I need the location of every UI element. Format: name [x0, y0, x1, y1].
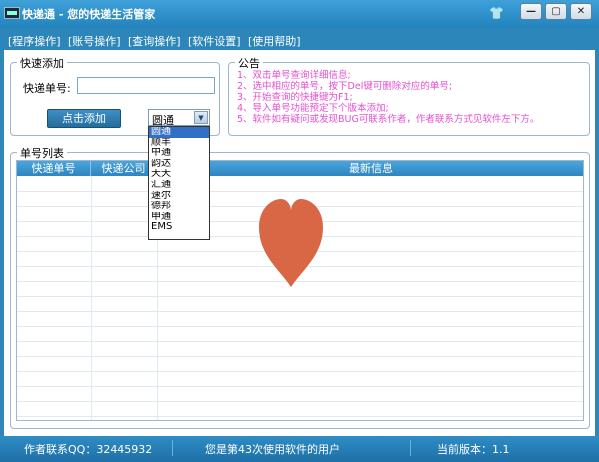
- dropdown-option[interactable]: 中通: [149, 148, 209, 159]
- usage-count: 您是第43次使用软件的用户: [205, 443, 340, 456]
- status-divider: [172, 440, 173, 456]
- menu-account[interactable]: [账号操作]: [68, 33, 121, 49]
- chevron-down-icon[interactable]: ▼: [194, 111, 208, 124]
- menu-help[interactable]: [使用帮助]: [248, 33, 301, 49]
- title-bar[interactable]: 快递通 - 您的快递生活管家 👕 — ▢ ✕: [0, 0, 599, 28]
- author-contact: 作者联系QQ：32445932: [24, 443, 153, 456]
- version-info: 当前版本：1.1: [437, 443, 510, 456]
- tshirt-skin-icon[interactable]: 👕: [489, 6, 504, 22]
- tracking-list-group: 单号列表 快递单号 快递公司 最新信息: [10, 145, 590, 429]
- table-row: [17, 296, 583, 297]
- table-row: [17, 191, 583, 192]
- table-row: [17, 386, 583, 387]
- tracking-table[interactable]: 快递单号 快递公司 最新信息: [16, 160, 584, 421]
- dropdown-option[interactable]: 速尔: [149, 191, 209, 202]
- table-header: 快递单号 快递公司 最新信息: [17, 161, 583, 176]
- dropdown-option[interactable]: 德邦: [149, 201, 209, 212]
- tracking-number-label: 快递单号:: [23, 82, 71, 95]
- main-panel: 快速添加 快递单号: 点击添加 圆通 ▼ 公告 1、双击单号查询详细信息; 2、…: [4, 50, 595, 436]
- app-logo-icon: [4, 7, 20, 19]
- table-row: [17, 371, 583, 372]
- notice-line: 3、开始查询的快捷键为F1;: [237, 92, 353, 103]
- table-row: [17, 401, 583, 402]
- dropdown-option[interactable]: 汇通: [149, 180, 209, 191]
- tracking-number-input[interactable]: [77, 77, 215, 94]
- maximize-button[interactable]: ▢: [545, 3, 567, 20]
- column-header-latest-info[interactable]: 最新信息: [157, 161, 583, 176]
- notice-line: 4、导入单号功能预定下个版本添加;: [237, 103, 389, 114]
- table-row: [17, 311, 583, 312]
- table-row: [17, 356, 583, 357]
- close-button[interactable]: ✕: [570, 3, 592, 20]
- menu-query[interactable]: [查询操作]: [128, 33, 181, 49]
- dropdown-option[interactable]: 顺丰: [149, 138, 209, 149]
- notice-line: 5、软件如有疑问或发现BUG可联系作者，作者联系方式见软件左下方。: [237, 114, 540, 125]
- window-title: 快递通 - 您的快递生活管家: [22, 8, 156, 21]
- add-button[interactable]: 点击添加: [47, 109, 121, 128]
- minimize-button[interactable]: —: [520, 3, 542, 20]
- tracking-list-title: 单号列表: [17, 145, 67, 161]
- menu-bar: [程序操作] [账号操作] [查询操作] [软件设置] [使用帮助]: [0, 28, 599, 50]
- table-row: [17, 341, 583, 342]
- app-window: 快递通 - 您的快递生活管家 👕 — ▢ ✕ [程序操作] [账号操作] [查询…: [0, 0, 599, 462]
- table-row: [17, 326, 583, 327]
- column-divider: [91, 176, 92, 420]
- status-divider: [410, 440, 411, 456]
- column-header-tracking-number[interactable]: 快递单号: [17, 161, 91, 176]
- notice-line: 1、双击单号查询详细信息;: [237, 70, 351, 81]
- dropdown-option[interactable]: 天天: [149, 169, 209, 180]
- status-bar: 作者联系QQ：32445932 您是第43次使用软件的用户 当前版本：1.1: [0, 436, 599, 462]
- courier-company-dropdown[interactable]: 圆通 顺丰 中通 韵达 天天 汇通 速尔 德邦 申通 EMS: [148, 126, 210, 240]
- table-row: [17, 416, 583, 417]
- dropdown-option[interactable]: 申通: [149, 212, 209, 223]
- notice-title: 公告: [235, 55, 263, 71]
- heart-icon: [259, 199, 323, 287]
- dropdown-option[interactable]: 圆通: [149, 127, 209, 138]
- courier-company-select[interactable]: 圆通 ▼: [148, 109, 210, 127]
- quick-add-title: 快速添加: [17, 55, 67, 71]
- dropdown-option[interactable]: 韵达: [149, 159, 209, 170]
- menu-settings[interactable]: [软件设置]: [188, 33, 241, 49]
- notice-group: 公告 1、双击单号查询详细信息; 2、选中相应的单号，按下Del键可删除对应的单…: [228, 55, 590, 136]
- dropdown-option[interactable]: EMS: [149, 222, 209, 233]
- notice-line: 2、选中相应的单号，按下Del键可删除对应的单号;: [237, 81, 453, 92]
- menu-program[interactable]: [程序操作]: [8, 33, 61, 49]
